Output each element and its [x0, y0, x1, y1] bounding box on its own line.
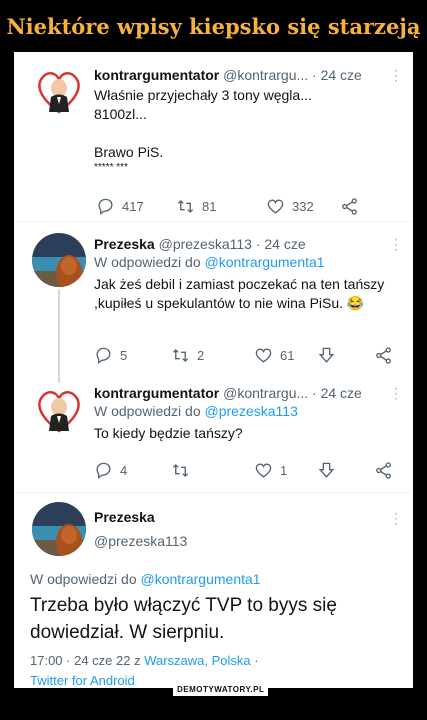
retweet-count: 2	[197, 348, 205, 363]
display-name[interactable]: Prezeska	[94, 236, 155, 252]
timestamp[interactable]: · 24 cze	[312, 67, 362, 83]
timestamp[interactable]: · 24 cze	[312, 385, 362, 401]
more-icon[interactable]: ⋮	[389, 67, 403, 84]
retweet-icon	[172, 349, 189, 362]
display-name[interactable]: kontrargumentator	[94, 67, 219, 83]
tweet-kontrargumentator-1[interactable]: kontrargumentator @kontrargu... · 24 cze…	[14, 52, 413, 215]
reply-icon	[96, 462, 111, 479]
tweet-thread-card: kontrargumentator @kontrargu... · 24 cze…	[14, 52, 413, 688]
like-icon	[267, 199, 284, 214]
handle[interactable]: @prezeska113	[94, 533, 187, 549]
timestamp[interactable]: · 24 cze	[256, 236, 306, 252]
display-name[interactable]: kontrargumentator	[94, 385, 219, 401]
share-button[interactable]	[340, 197, 359, 216]
like-button[interactable]: 332	[266, 197, 314, 216]
reply-context: W odpowiedzi do @prezeska113	[94, 403, 393, 419]
reply-button[interactable]: 4	[94, 461, 127, 480]
retweet-icon	[177, 200, 194, 213]
reply-button[interactable]: 5	[94, 346, 127, 365]
reply-context: W odpowiedzi do @kontrargumenta1	[30, 571, 399, 587]
tweet-text-line: ***** ***	[94, 162, 128, 173]
tweet-text-line: Brawo PiS.	[94, 144, 164, 160]
avatar[interactable]	[32, 383, 86, 437]
retweet-count: 81	[202, 199, 217, 214]
more-icon[interactable]: ⋮	[389, 236, 403, 253]
display-name[interactable]: Prezeska	[94, 509, 155, 525]
like-count: 1	[280, 463, 288, 478]
main-tweet-prezeska[interactable]: Prezeska @prezeska113 ⋮ W odpowiedzi do …	[14, 493, 413, 688]
tweet-text: Trzeba było włączyć TVP to byys się dowi…	[30, 595, 337, 643]
share-button[interactable]	[374, 346, 393, 365]
reply-count: 4	[120, 463, 128, 478]
retweet-button[interactable]	[171, 461, 197, 480]
reply-prefix: W odpowiedzi do	[94, 403, 201, 419]
location-link[interactable]: Warszawa, Polska	[144, 653, 250, 668]
reply-count: 417	[122, 199, 144, 214]
download-icon	[318, 347, 335, 363]
tweet-text-line: 8100zl...	[94, 106, 147, 122]
download-icon	[318, 462, 335, 478]
reply-to-link[interactable]: @kontrargumenta1	[141, 571, 261, 587]
reply-prefix: W odpowiedzi do	[30, 571, 137, 587]
meta-separator: ·	[254, 653, 259, 668]
avatar[interactable]	[32, 64, 86, 118]
like-icon	[255, 463, 272, 478]
share-button[interactable]	[374, 461, 393, 480]
headline: Niektóre wpisy kiepsko się starzeją	[6, 14, 421, 39]
tweet-text-spacer	[94, 124, 393, 143]
reply-to-link[interactable]: @prezeska113	[205, 403, 298, 419]
handle[interactable]: @kontrargu...	[223, 67, 308, 83]
reply-button[interactable]: 417	[96, 197, 144, 216]
reply-icon	[98, 198, 113, 215]
tweet-text: To kiedy będzie tańszy?	[94, 425, 243, 441]
like-count: 61	[280, 348, 295, 363]
reply-to-link[interactable]: @kontrargumenta1	[205, 254, 325, 270]
tweet-prezeska-1[interactable]: Prezeska @prezeska113 · 24 cze W odpowie…	[14, 222, 413, 371]
like-count: 332	[292, 199, 314, 214]
share-icon	[376, 347, 391, 364]
reply-icon	[96, 347, 111, 364]
share-icon	[342, 198, 357, 215]
reply-prefix: W odpowiedzi do	[94, 254, 201, 270]
download-button[interactable]	[317, 346, 336, 365]
retweet-button[interactable]: 81	[176, 197, 216, 216]
tweet-kontrargumentator-2[interactable]: kontrargumentator @kontrargu... · 24 cze…	[14, 371, 413, 486]
handle[interactable]: @kontrargu...	[223, 385, 308, 401]
thread-connector	[58, 371, 60, 383]
retweet-button[interactable]: 2	[171, 346, 204, 365]
avatar[interactable]	[32, 502, 86, 556]
share-icon	[376, 462, 391, 479]
thread-connector	[58, 289, 60, 371]
avatar[interactable]	[32, 233, 86, 287]
like-icon	[255, 348, 272, 363]
more-icon[interactable]: ⋮	[389, 385, 403, 402]
tweet-text: Jak żeś debil i zamiast poczekać na ten …	[94, 276, 385, 311]
like-button[interactable]: 61	[254, 346, 294, 365]
client-link[interactable]: Twitter for Android	[30, 673, 135, 688]
tweet-text-line: Właśnie przyjechały 3 tony węgla...	[94, 87, 312, 103]
retweet-icon	[172, 464, 189, 477]
watermark: DEMOTYWATORY.PL	[173, 683, 269, 696]
timestamp[interactable]: 17:00 · 24 cze 22 z	[30, 653, 141, 668]
reply-context: W odpowiedzi do @kontrargumenta1	[94, 254, 393, 270]
reply-count: 5	[120, 348, 128, 363]
download-button[interactable]	[317, 461, 336, 480]
handle[interactable]: @prezeska113	[159, 236, 252, 252]
more-icon[interactable]: ⋮	[389, 510, 403, 527]
like-button[interactable]: 1	[254, 461, 287, 480]
